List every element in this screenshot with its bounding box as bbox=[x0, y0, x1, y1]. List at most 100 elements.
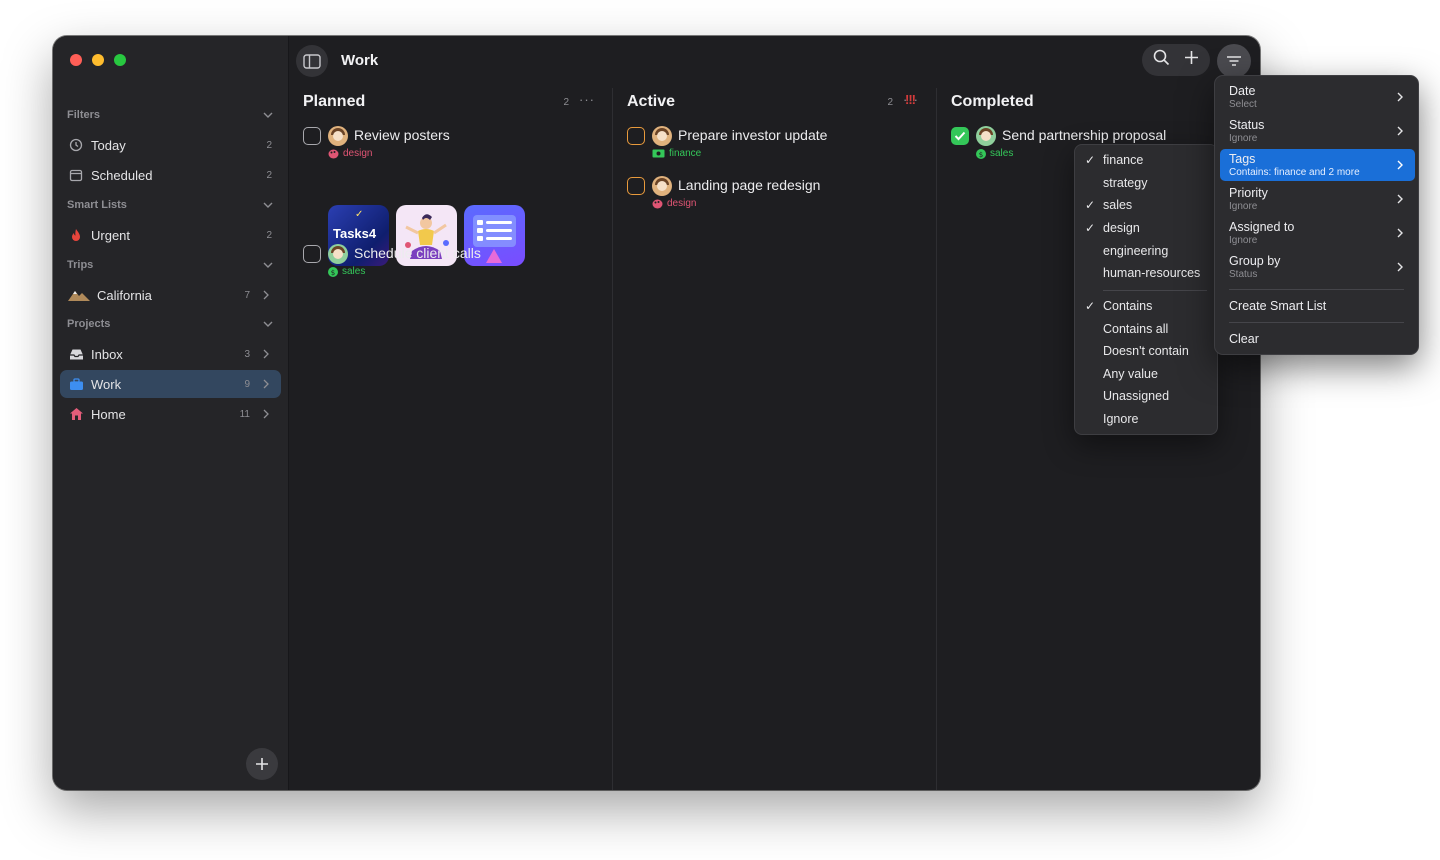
task-checkbox[interactable] bbox=[627, 177, 645, 195]
match-mode-contains[interactable]: ✓ Contains bbox=[1075, 295, 1217, 317]
task-title: Send partnership proposal bbox=[1002, 127, 1167, 143]
menu-item-label: Contains all bbox=[1103, 322, 1169, 336]
add-task-button[interactable] bbox=[1184, 50, 1199, 70]
menu-item-label: finance bbox=[1103, 153, 1144, 167]
sidebar-item-count: 11 bbox=[239, 408, 250, 420]
tag-option-human-resources[interactable]: human-resources bbox=[1075, 262, 1217, 284]
sidebar-item-label: Today bbox=[91, 137, 126, 153]
sidebar-item-california[interactable]: California 7 bbox=[60, 281, 281, 309]
close-window-button[interactable] bbox=[70, 54, 82, 66]
chevron-right-icon[interactable] bbox=[261, 349, 271, 359]
column-more-button[interactable]: ··· bbox=[579, 92, 595, 107]
filter-group-by[interactable]: Group by Status bbox=[1220, 251, 1415, 283]
plus-icon bbox=[1185, 51, 1198, 64]
checkmark-icon: ✓ bbox=[355, 209, 364, 220]
clear-filters-button[interactable]: Clear bbox=[1229, 332, 1259, 346]
sidebar-item-count: 2 bbox=[266, 139, 272, 151]
menu-item-value: Ignore bbox=[1229, 201, 1258, 212]
task-checkbox[interactable] bbox=[303, 245, 321, 263]
page-title: Work bbox=[341, 52, 379, 69]
flame-icon bbox=[68, 227, 84, 243]
clock-icon bbox=[68, 137, 84, 153]
avatar bbox=[652, 126, 672, 146]
section-header-projects[interactable]: Projects bbox=[67, 315, 275, 333]
tag-option-design[interactable]: ✓ design bbox=[1075, 217, 1217, 239]
column-title: Completed bbox=[951, 93, 1034, 110]
chevron-right-icon bbox=[1397, 194, 1403, 204]
sidebar-item-work[interactable]: Work 9 bbox=[60, 370, 281, 398]
search-button[interactable] bbox=[1153, 49, 1170, 71]
sidebar-item-urgent[interactable]: Urgent 2 bbox=[60, 221, 281, 249]
sidebar-item-inbox[interactable]: Inbox 3 bbox=[60, 340, 281, 368]
chevron-right-icon[interactable] bbox=[261, 409, 271, 419]
tag-option-strategy[interactable]: strategy bbox=[1075, 172, 1217, 194]
menu-item-label: sales bbox=[1103, 198, 1133, 212]
sidebar-item-count: 2 bbox=[266, 169, 272, 181]
section-header-filters[interactable]: Filters bbox=[67, 106, 275, 124]
task-tag-label: sales bbox=[990, 148, 1014, 159]
task-tag[interactable]: $ sales bbox=[328, 266, 365, 277]
priority-indicator: !!! bbox=[905, 92, 916, 107]
mountain-icon bbox=[68, 287, 90, 303]
menu-item-label: strategy bbox=[1103, 176, 1148, 190]
tag-option-engineering[interactable]: engineering bbox=[1075, 240, 1217, 262]
sidebar-toggle-button[interactable] bbox=[296, 45, 328, 77]
task-checkbox[interactable] bbox=[303, 127, 321, 145]
minimize-window-button[interactable] bbox=[92, 54, 104, 66]
chevron-right-icon[interactable] bbox=[261, 379, 271, 389]
checkmark-icon: ✓ bbox=[1085, 153, 1096, 167]
filter-button[interactable] bbox=[1217, 44, 1251, 78]
chevron-right-icon bbox=[1397, 262, 1403, 272]
dollar-icon: $ bbox=[976, 148, 986, 159]
match-mode-doesnt-contain[interactable]: Doesn't contain bbox=[1075, 340, 1217, 362]
house-icon bbox=[68, 406, 84, 422]
sidebar-item-label: California bbox=[97, 287, 152, 303]
section-header-smart-lists[interactable]: Smart Lists bbox=[67, 196, 275, 214]
filter-priority[interactable]: Priority Ignore bbox=[1220, 183, 1415, 215]
task-tag[interactable]: $ sales bbox=[976, 148, 1013, 159]
chevron-right-icon bbox=[1397, 92, 1403, 102]
task-checkbox[interactable] bbox=[627, 127, 645, 145]
chevron-down-icon bbox=[263, 321, 273, 327]
checkmark-icon: ✓ bbox=[1085, 221, 1096, 235]
sidebar-item-scheduled[interactable]: Scheduled 2 bbox=[60, 161, 281, 189]
chevron-down-icon bbox=[263, 262, 273, 268]
match-mode-any-value[interactable]: Any value bbox=[1075, 363, 1217, 385]
sidebar-item-count: 7 bbox=[244, 289, 250, 301]
avatar bbox=[976, 126, 996, 146]
sidebar-item-count: 3 bbox=[244, 348, 250, 360]
section-label: Smart Lists bbox=[67, 199, 127, 211]
match-mode-unassigned[interactable]: Unassigned bbox=[1075, 385, 1217, 407]
add-list-button[interactable] bbox=[246, 748, 278, 780]
tag-option-sales[interactable]: ✓ sales bbox=[1075, 194, 1217, 216]
zoom-window-button[interactable] bbox=[114, 54, 126, 66]
filter-assigned-to[interactable]: Assigned to Ignore bbox=[1220, 217, 1415, 249]
filter-tags[interactable]: Tags Contains: finance and 2 more bbox=[1220, 149, 1415, 181]
sidebar-item-home[interactable]: Home 11 bbox=[60, 400, 281, 428]
menu-item-label: Unassigned bbox=[1103, 389, 1170, 403]
sidebar-item-label: Home bbox=[91, 406, 126, 422]
chevron-right-icon bbox=[1397, 126, 1403, 136]
tag-option-finance[interactable]: ✓ finance bbox=[1075, 149, 1217, 171]
task-checkbox[interactable] bbox=[951, 127, 969, 145]
menu-item-label: Assigned to bbox=[1229, 220, 1295, 234]
match-mode-ignore[interactable]: Ignore bbox=[1075, 408, 1217, 430]
task-tag[interactable]: finance bbox=[652, 148, 701, 159]
toolbar-actions bbox=[1142, 44, 1210, 76]
sidebar-item-today[interactable]: Today 2 bbox=[60, 131, 281, 159]
search-icon bbox=[1153, 49, 1170, 66]
chevron-right-icon[interactable] bbox=[261, 290, 271, 300]
create-smart-list-button[interactable]: Create Smart List bbox=[1229, 299, 1326, 313]
filter-date[interactable]: Date Select bbox=[1220, 81, 1415, 113]
task-tag[interactable]: design bbox=[652, 198, 696, 209]
task-tag[interactable]: design bbox=[328, 148, 372, 159]
menu-item-label: Contains bbox=[1103, 299, 1153, 313]
filter-status[interactable]: Status Ignore bbox=[1220, 115, 1415, 147]
menu-item-value: Status bbox=[1229, 269, 1258, 280]
chevron-down-icon bbox=[263, 112, 273, 118]
match-mode-contains-all[interactable]: Contains all bbox=[1075, 318, 1217, 340]
menu-separator bbox=[1229, 322, 1404, 323]
section-header-trips[interactable]: Trips bbox=[67, 256, 275, 274]
menu-item-label: Priority bbox=[1229, 186, 1268, 200]
chevron-right-icon bbox=[1397, 228, 1403, 238]
